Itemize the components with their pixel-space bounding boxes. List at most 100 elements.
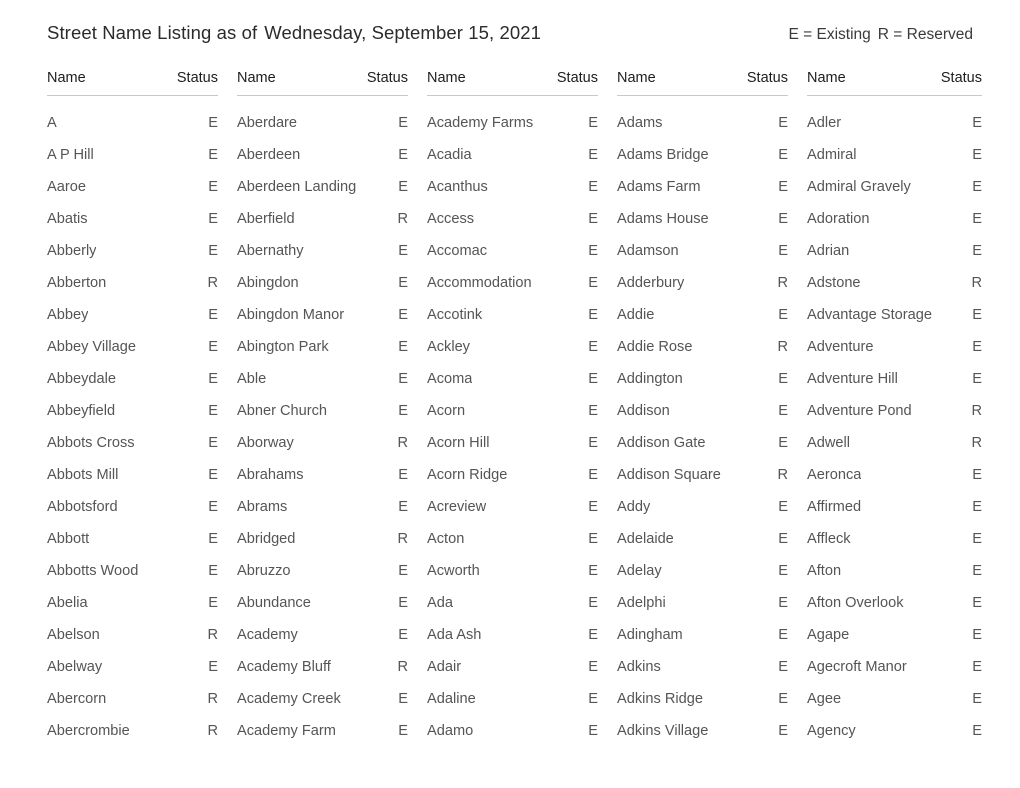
status-cell: E [208,659,218,675]
table-row: Able E [237,363,408,395]
column-header-4: Name Status [617,70,788,96]
street-name-cell: Addie Rose [617,339,693,355]
street-name-cell: Afton [807,563,842,579]
status-cell: E [778,595,788,611]
status-cell: E [208,595,218,611]
street-name-cell: Adingham [617,627,683,643]
table-row: Advantage Storage E [807,299,982,331]
status-cell: E [588,435,598,451]
street-name-cell: Abelson [47,627,100,643]
street-name-listing-page: Street Name Listing as of Wednesday, Sept… [0,0,1020,788]
status-cell: R [397,435,408,451]
street-name-cell: Adamson [617,243,679,259]
table-row: Abberly E [47,235,218,267]
status-cell: E [398,147,408,163]
status-cell: E [778,627,788,643]
street-name-cell: Agency [807,723,856,739]
table-row: Acoma E [427,363,598,395]
status-cell: E [398,563,408,579]
status-cell: E [778,723,788,739]
page-title-date: Wednesday, September 15, 2021 [264,22,542,43]
street-name-cell: Addy [617,499,651,515]
street-name-cell: Adkins [617,659,661,675]
status-cell: E [208,211,218,227]
street-name-cell: Abundance [237,595,311,611]
table-row: Addie Rose R [617,331,788,363]
table-row: Adams House E [617,203,788,235]
table-row: Adventure E [807,331,982,363]
table-row: Abbey E [47,299,218,331]
table-row: Abingdon Manor E [237,299,408,331]
status-cell: E [588,595,598,611]
status-cell: E [588,243,598,259]
street-name-cell: Academy Farm [237,723,336,739]
table-row: Abelway E [47,651,218,683]
street-name-cell: Acorn Ridge [427,467,508,483]
street-name-cell: Aberdeen Landing [237,179,357,195]
street-name-cell: Abbeydale [47,371,116,387]
status-cell: E [588,723,598,739]
table-row: Abberton R [47,267,218,299]
street-name-cell: Abberton [47,275,107,291]
status-cell: E [778,499,788,515]
street-name-cell: Abberly [47,243,97,259]
status-cell: R [207,723,218,739]
status-cell: E [778,371,788,387]
status-cell: E [972,339,982,355]
status-cell: E [972,307,982,323]
status-cell: E [778,403,788,419]
status-cell: E [588,627,598,643]
table-row: Acorn Ridge E [427,459,598,491]
table-row: Adventure Hill E [807,363,982,395]
street-name-cell: Aaroe [47,179,86,195]
table-row: Admiral E [807,139,982,171]
street-name-cell: Acorn [427,403,466,419]
street-name-cell: A P Hill [47,147,94,163]
column-rows-4: Adams E Adams Bridge E Adams Farm E Adams Hous… [617,96,788,747]
table-row: Acorn Hill E [427,427,598,459]
table-row: Access E [427,203,598,235]
status-cell: E [588,371,598,387]
page-header: Street Name Listing as of Wednesday, Sept… [47,22,973,52]
status-cell: E [972,147,982,163]
table-row: Addison E [617,395,788,427]
column-header-1: Name Status [47,70,218,96]
status-cell: E [588,179,598,195]
street-name-cell: Abrahams [237,467,304,483]
column-header-status: Status [746,70,788,86]
status-cell: E [588,403,598,419]
status-cell: E [778,659,788,675]
status-cell: R [777,339,788,355]
street-name-cell: Academy Creek [237,691,341,707]
table-row: Abundance E [237,587,408,619]
status-cell: R [207,275,218,291]
table-row: Afton E [807,555,982,587]
table-row: Acton E [427,523,598,555]
street-name-cell: Afton Overlook [807,595,904,611]
street-name-cell: Abruzzo [237,563,291,579]
legend-reserved: R = Reserved [877,26,973,43]
status-cell: E [778,691,788,707]
table-row: Addie E [617,299,788,331]
table-row: Abercrombie R [47,715,218,747]
column-header-name: Name [47,70,86,86]
table-row: Afton Overlook E [807,587,982,619]
street-name-cell: Aeronca [807,467,862,483]
street-name-cell: Abbots Mill [47,467,119,483]
status-cell: E [778,115,788,131]
status-cell: E [972,531,982,547]
column-header-name: Name [807,70,846,86]
status-cell: E [398,595,408,611]
table-row: Ada Ash E [427,619,598,651]
status-cell: E [972,179,982,195]
street-name-cell: Abbotts Wood [47,563,139,579]
table-row: Adams Bridge E [617,139,788,171]
street-name-cell: Admiral Gravely [807,179,911,195]
status-cell: E [588,115,598,131]
status-cell: E [398,115,408,131]
status-cell: E [588,467,598,483]
street-name-cell: Academy Bluff [237,659,331,675]
street-name-cell: Adoration [807,211,870,227]
column-header-3: Name Status [427,70,598,96]
street-name-cell: Abercorn [47,691,107,707]
